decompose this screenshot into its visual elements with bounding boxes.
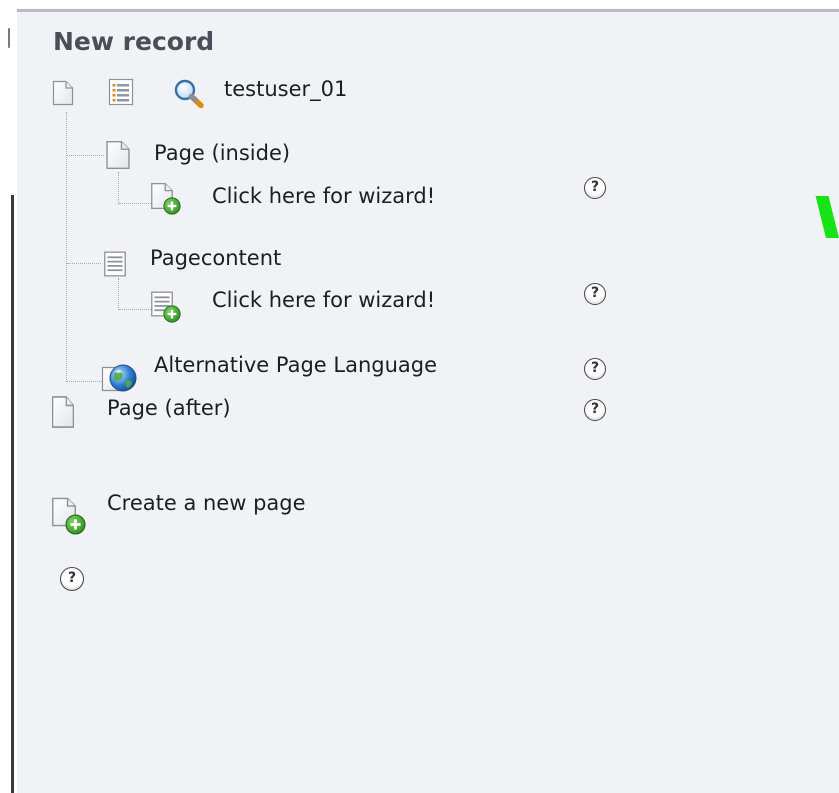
list-module-icon[interactable] [108,78,134,106]
tree-line [119,203,151,204]
content-wizard-link[interactable]: Click here for wizard! [212,287,435,313]
tree-line [67,381,102,382]
search-icon[interactable] [172,78,206,110]
globe-icon[interactable] [101,360,143,394]
page-icon [51,395,75,429]
tree-line [119,309,151,310]
frame-edge [8,28,10,48]
create-page-link[interactable]: Create a new page [107,490,306,516]
pagecontent-label: Pagecontent [150,246,282,270]
help-icon[interactable]: ? [584,358,606,380]
content-icon [102,250,128,278]
page-wizard-link[interactable]: Click here for wizard! [212,183,435,209]
help-icon[interactable]: ? [584,399,606,421]
page-title: New record [53,27,215,56]
tree-line [118,172,119,204]
tree-line [118,278,119,310]
page-icon [52,80,74,106]
screen: New record testuser_01 Page (inside) Cli… [0,0,839,793]
help-icon[interactable]: ? [60,567,84,591]
page-inside-label: Page (inside) [154,141,291,165]
current-page-name: testuser_01 [224,77,348,101]
tree-line [67,263,101,264]
help-icon[interactable]: ? [584,177,606,199]
tree-line [67,155,104,156]
frame-border[interactable] [11,195,14,793]
tree-line [66,112,67,382]
help-icon[interactable]: ? [584,283,606,305]
page-new-icon[interactable] [150,182,182,216]
page-icon [105,140,131,170]
alt-language-link[interactable]: Alternative Page Language [154,352,437,378]
page-after-link[interactable]: Page (after) [107,395,231,421]
content-new-icon[interactable] [150,290,182,324]
page-new-icon[interactable] [51,496,87,536]
